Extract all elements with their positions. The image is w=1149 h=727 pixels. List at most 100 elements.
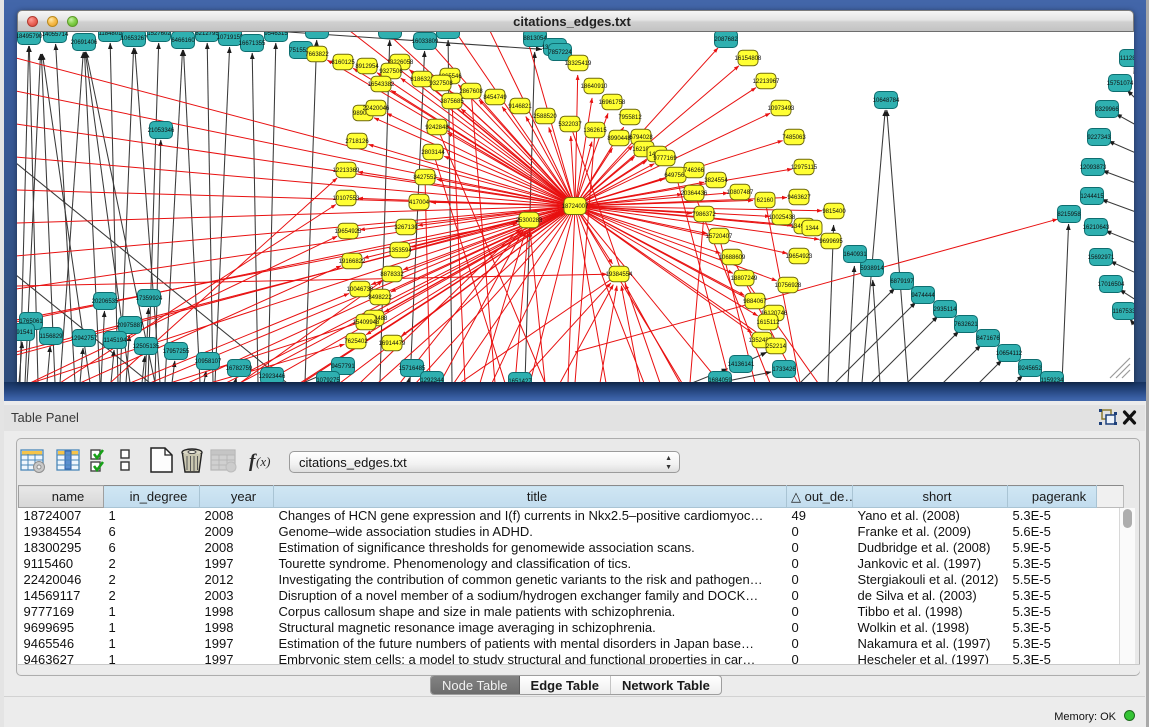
svg-text:9546315: 9546315 — [264, 32, 288, 37]
svg-text:8427552: 8427552 — [413, 175, 437, 181]
svg-text:9699695: 9699695 — [819, 239, 843, 245]
svg-text:8498222: 8498222 — [368, 295, 392, 301]
svg-text:9327506: 9327506 — [379, 69, 403, 75]
svg-text:16154808: 16154808 — [735, 56, 762, 62]
svg-text:1615112: 1615112 — [757, 320, 781, 326]
svg-text:15692971: 15692971 — [1088, 255, 1115, 261]
svg-text:2087682: 2087682 — [714, 37, 738, 43]
svg-text:15409948: 15409948 — [353, 320, 380, 326]
svg-text:25300283: 25300283 — [516, 218, 543, 224]
svg-text:1156829: 1156829 — [40, 334, 64, 340]
svg-text:16210643: 16210643 — [1083, 225, 1110, 231]
svg-text:1353594: 1353594 — [388, 248, 412, 254]
svg-text:9884067: 9884067 — [743, 299, 767, 305]
svg-text:2935114: 2935114 — [934, 307, 958, 313]
svg-text:12213369: 12213369 — [333, 168, 360, 174]
svg-text:16914479: 16914479 — [379, 341, 406, 347]
svg-text:1159234: 1159234 — [1041, 378, 1065, 382]
svg-text:12975115: 12975115 — [791, 165, 818, 171]
svg-text:9327508: 9327508 — [429, 81, 453, 87]
svg-text:1145194: 1145194 — [104, 338, 128, 344]
svg-text:8663822: 8663822 — [305, 32, 329, 34]
svg-text:10973493: 10973493 — [768, 106, 795, 112]
svg-text:17016504: 17016504 — [1098, 282, 1125, 288]
svg-text:17957255: 17957255 — [163, 349, 190, 355]
svg-text:9227343: 9227343 — [1087, 135, 1111, 141]
svg-text:1640931: 1640931 — [843, 252, 867, 258]
svg-text:10648784: 10648784 — [873, 98, 900, 104]
svg-text:417004: 417004 — [409, 200, 430, 206]
svg-text:1344: 1344 — [805, 226, 819, 232]
svg-text:16782759: 16782759 — [226, 366, 253, 372]
svg-text:10688609: 10688609 — [719, 255, 746, 261]
svg-text:19166822: 19166822 — [339, 259, 366, 265]
svg-text:8160125: 8160125 — [331, 60, 355, 66]
svg-text:7955812: 7955812 — [618, 115, 642, 121]
svg-text:1167533: 1167533 — [1113, 309, 1134, 315]
svg-text:62160: 62160 — [757, 198, 774, 204]
svg-text:20691406: 20691406 — [71, 40, 98, 46]
svg-text:1184801: 1184801 — [99, 32, 123, 37]
svg-text:1362615: 1362615 — [583, 128, 607, 134]
svg-text:14136141: 14136141 — [728, 362, 755, 368]
svg-text:10107553: 10107553 — [333, 196, 360, 202]
svg-text:15720407: 15720407 — [706, 234, 733, 240]
svg-text:3267130: 3267130 — [394, 225, 418, 231]
svg-text:1651427: 1651427 — [508, 379, 532, 382]
svg-text:5938914: 5938914 — [860, 266, 884, 272]
svg-text:1527602: 1527602 — [147, 32, 171, 37]
svg-text:19384554: 19384554 — [606, 272, 633, 278]
svg-text:391541: 391541 — [17, 330, 34, 336]
svg-text:8990448: 8990448 — [607, 136, 631, 142]
svg-text:1803563: 1803563 — [436, 32, 460, 34]
svg-text:16033809: 16033809 — [412, 39, 439, 45]
svg-text:8471676: 8471676 — [976, 336, 1000, 342]
svg-text:8454749: 8454749 — [483, 95, 507, 101]
svg-text:3875685: 3875685 — [440, 99, 464, 105]
svg-text:17359924: 17359924 — [136, 296, 163, 302]
svg-text:9777169: 9777169 — [653, 156, 677, 162]
svg-text:5322037: 5322037 — [558, 122, 582, 128]
svg-text:7485063: 7485063 — [782, 135, 806, 141]
svg-text:20364436: 20364436 — [681, 191, 708, 197]
svg-text:7625402: 7625402 — [344, 339, 368, 345]
svg-text:12942757: 12942757 — [71, 336, 98, 342]
svg-text:7857224: 7857224 — [548, 50, 572, 56]
svg-text:8215958: 8215958 — [1057, 212, 1081, 218]
svg-text:9457791: 9457791 — [331, 364, 355, 370]
svg-text:10025438: 10025438 — [769, 215, 796, 221]
svg-text:1684059: 1684059 — [708, 378, 732, 382]
svg-text:1112803: 1112803 — [1120, 56, 1134, 62]
svg-text:1079275: 1079275 — [316, 378, 340, 382]
svg-text:19654925: 19654925 — [335, 229, 362, 235]
svg-text:1733426: 1733426 — [772, 367, 796, 373]
svg-text:9146821: 9146821 — [508, 104, 532, 110]
svg-text:3824554: 3824554 — [704, 178, 728, 184]
svg-text:7663822: 7663822 — [305, 52, 329, 58]
svg-text:9245652: 9245652 — [1018, 366, 1042, 372]
svg-text:12213967: 12213967 — [753, 79, 780, 85]
svg-text:8878332: 8878332 — [380, 272, 404, 278]
svg-text:9474444: 9474444 — [911, 293, 935, 299]
svg-text:1244415: 1244415 — [1080, 194, 1104, 200]
svg-text:252214: 252214 — [766, 344, 787, 350]
svg-text:7986372: 7986372 — [692, 212, 716, 218]
svg-text:10756928: 10756928 — [775, 283, 802, 289]
svg-text:20206535: 20206535 — [92, 299, 119, 305]
svg-text:12093873: 12093873 — [1080, 165, 1107, 171]
svg-text:18495790: 18495790 — [17, 34, 43, 40]
svg-text:16543382: 16543382 — [368, 82, 395, 88]
svg-text:10807487: 10807487 — [727, 190, 754, 196]
svg-text:22420046: 22420046 — [363, 106, 390, 112]
svg-text:746266: 746266 — [684, 168, 705, 174]
svg-text:15716485: 15716485 — [399, 366, 426, 372]
svg-text:12923446: 12923446 — [259, 374, 286, 380]
svg-text:18807249: 18807249 — [731, 276, 758, 282]
svg-text:2867608: 2867608 — [459, 89, 483, 95]
svg-text:10653267: 10653267 — [121, 36, 148, 42]
svg-text:12505135: 12505135 — [133, 344, 160, 350]
svg-text:1292344: 1292344 — [420, 378, 444, 382]
svg-text:10654112: 10654112 — [996, 351, 1023, 357]
svg-text:13325419: 13325419 — [565, 61, 592, 67]
svg-text:2588520: 2588520 — [533, 114, 557, 120]
